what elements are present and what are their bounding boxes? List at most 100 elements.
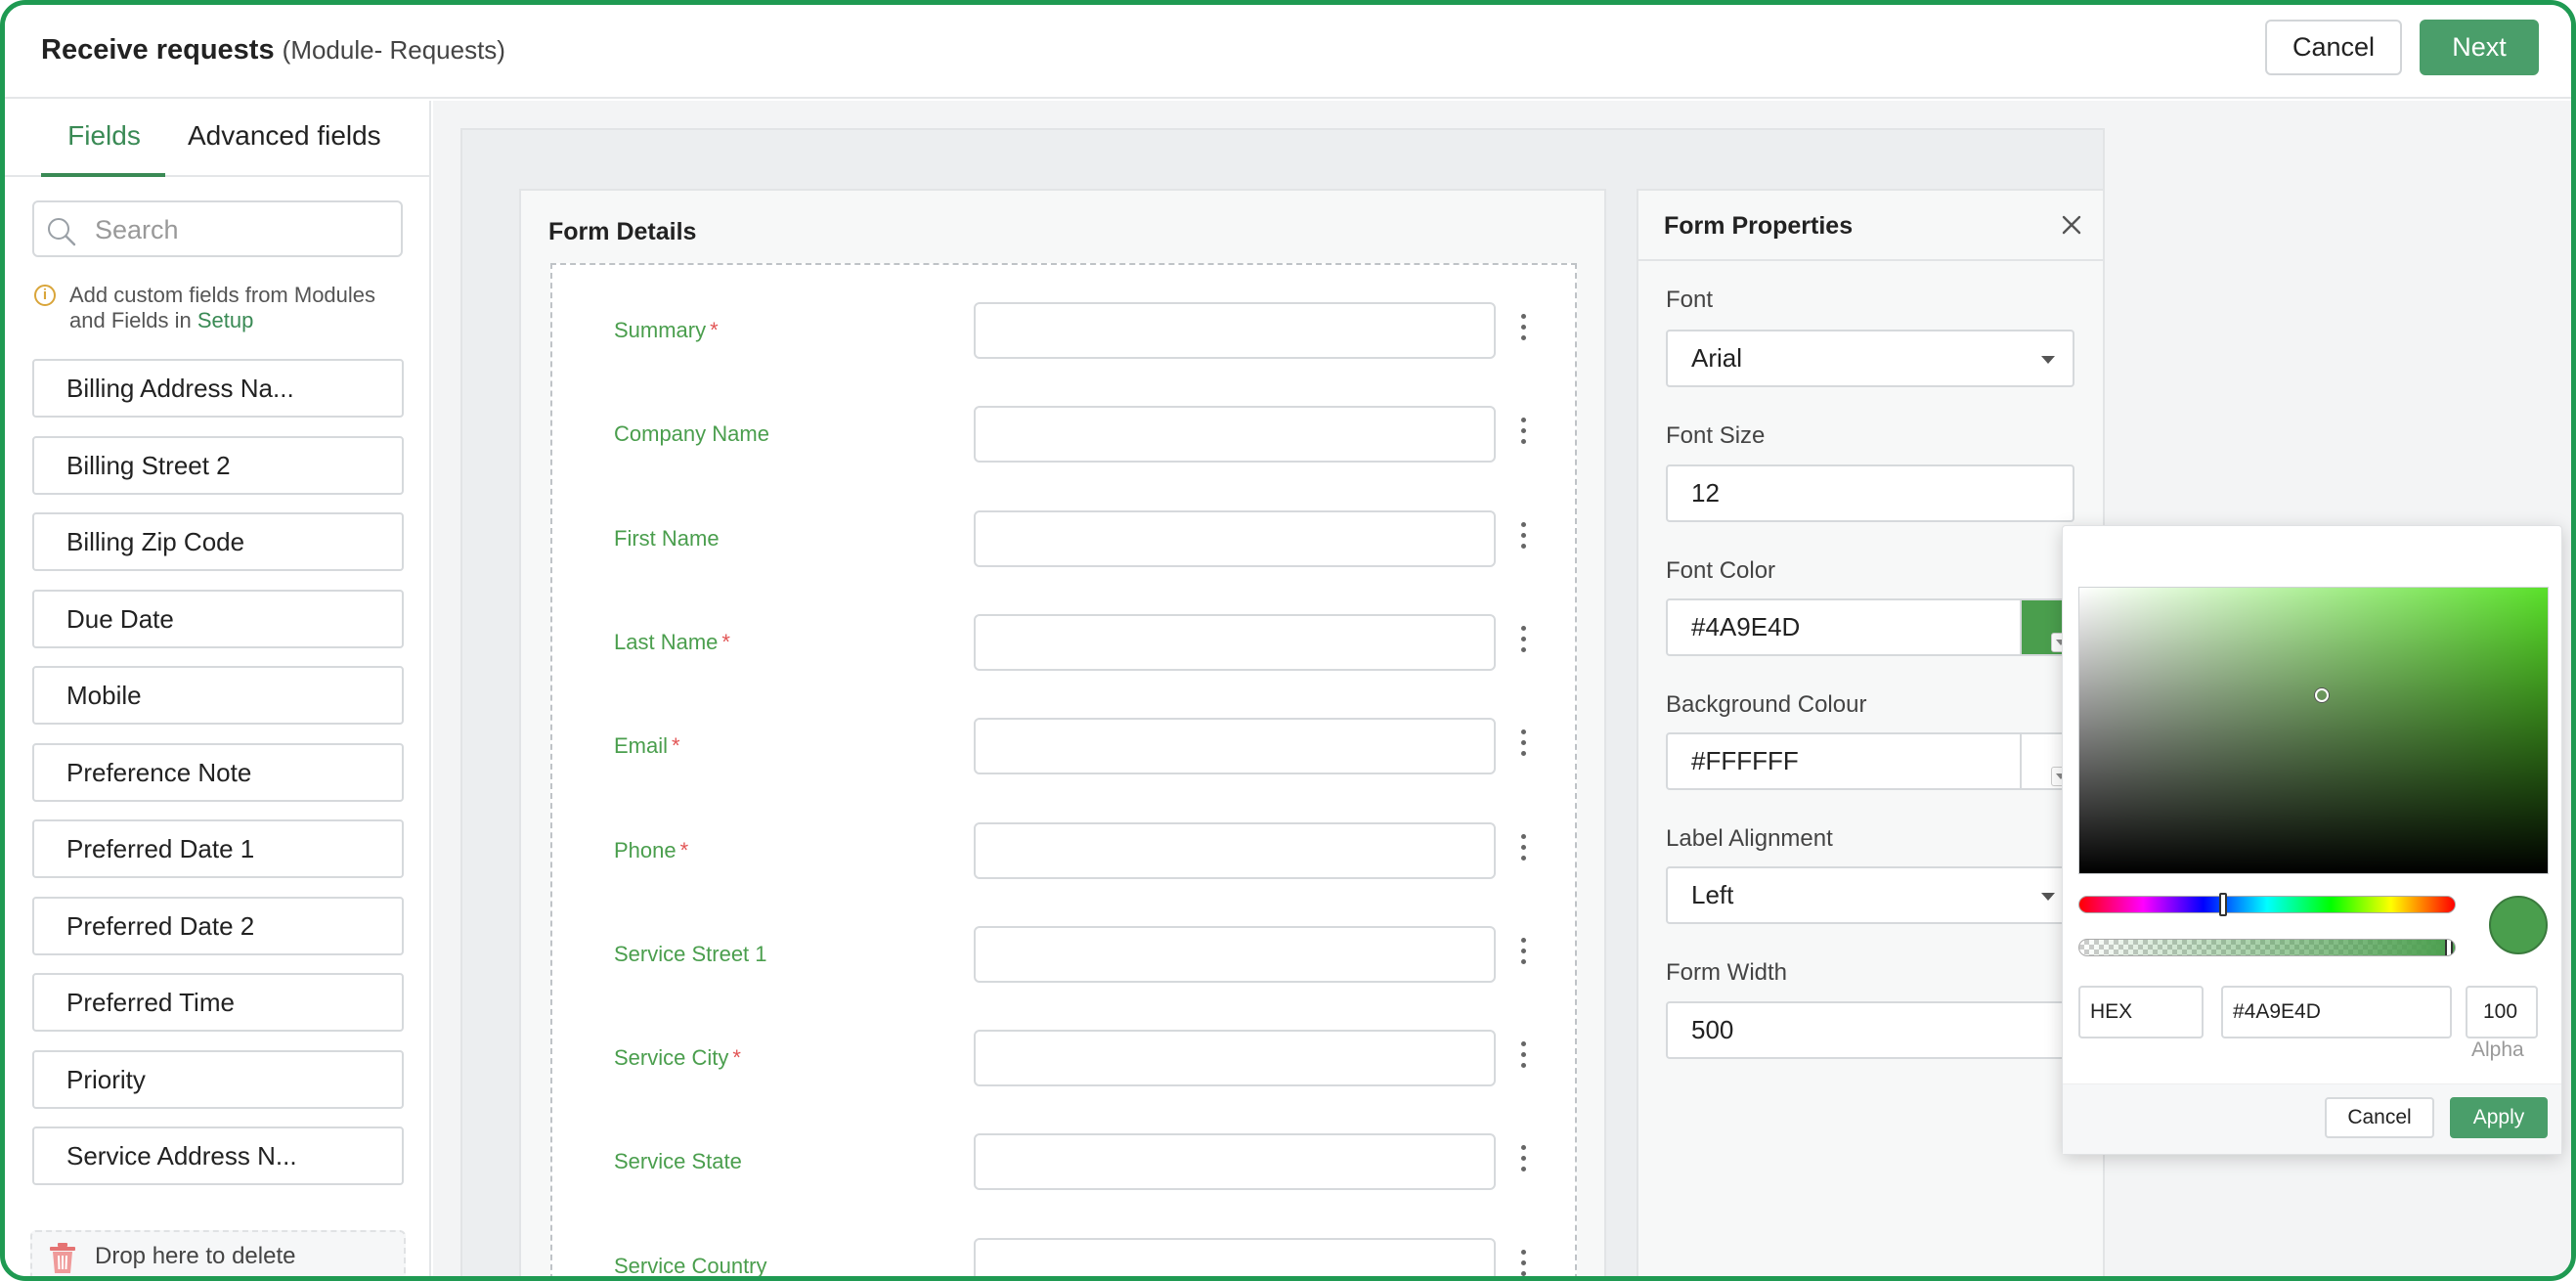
color-mode-select[interactable]: HEX — [2078, 986, 2204, 1038]
picker-cancel-button[interactable]: Cancel — [2325, 1097, 2434, 1138]
tab-advanced-fields[interactable]: Advanced fields — [188, 120, 381, 152]
form-properties-panel: Form Properties Font Arial Font Size 12 … — [1637, 189, 2105, 1276]
more-options-icon[interactable] — [1518, 1041, 1528, 1071]
form-field-input[interactable] — [974, 406, 1496, 464]
form-field-input[interactable] — [974, 509, 1496, 567]
form-row: First Name — [552, 509, 1579, 569]
more-options-icon[interactable] — [1518, 314, 1528, 343]
hue-slider-handle[interactable] — [2218, 893, 2227, 916]
more-options-icon[interactable] — [1518, 937, 1528, 967]
form-properties-title: Form Properties — [1664, 212, 1854, 240]
tab-fields[interactable]: Fields — [41, 120, 165, 177]
field-item[interactable]: Priority — [32, 1049, 404, 1109]
form-row: Email * — [552, 718, 1579, 776]
form-row: Service Country — [552, 1237, 1579, 1276]
form-details-card: Form Details Summary * Company Name First N… — [519, 189, 1606, 1276]
form-field-input[interactable] — [974, 821, 1496, 879]
field-item[interactable]: Preferred Date 1 — [32, 819, 404, 878]
more-options-icon[interactable] — [1518, 418, 1528, 447]
more-options-icon[interactable] — [1518, 729, 1528, 759]
hue-slider[interactable] — [2078, 893, 2456, 916]
form-canvas: Form Details Summary * Company Name First N… — [460, 128, 2105, 1276]
form-field-input[interactable] — [974, 302, 1496, 359]
form-field-input[interactable] — [974, 1237, 1496, 1276]
background-colour-input[interactable]: #FFFFFF — [1666, 732, 2074, 790]
form-width-input[interactable]: 500 — [1666, 1001, 2074, 1059]
field-item[interactable]: Mobile — [32, 666, 404, 725]
label-alignment-select[interactable]: Left — [1666, 866, 2074, 924]
more-options-icon[interactable] — [1518, 833, 1528, 863]
field-item[interactable]: Due Date — [32, 589, 404, 648]
sidebar-tabs: Fields Advanced fields — [5, 101, 431, 177]
form-width-value: 500 — [1691, 1015, 1734, 1044]
form-drop-area: Summary * Company Name First Name Last Name *… — [550, 263, 1579, 1276]
form-field-label: Company Name — [614, 421, 769, 447]
required-mark: * — [732, 1045, 741, 1071]
form-field-label: Service Country — [614, 1254, 767, 1276]
font-color-input[interactable]: #4A9E4D — [1666, 598, 2074, 656]
cancel-button[interactable]: Cancel — [2265, 20, 2402, 75]
required-mark: * — [672, 733, 680, 759]
alpha-input[interactable]: 100 — [2466, 986, 2538, 1038]
font-color-value: #4A9E4D — [1691, 612, 1801, 641]
form-field-label: Summary * — [614, 318, 719, 343]
required-mark: * — [710, 318, 719, 342]
alpha-value: 100 — [2483, 1000, 2518, 1023]
font-size-label: Font Size — [1666, 422, 1766, 449]
form-properties-header: Form Properties — [1638, 191, 2103, 261]
form-field-input[interactable] — [974, 1133, 1496, 1191]
delete-dropzone[interactable]: Drop here to delete — [30, 1230, 406, 1276]
more-options-icon[interactable] — [1518, 1145, 1528, 1174]
form-field-label-text: Company Name — [614, 421, 769, 447]
font-size-input[interactable]: 12 — [1666, 464, 2074, 522]
page-subtitle: (Module- Requests) — [282, 35, 505, 65]
font-value: Arial — [1691, 343, 1743, 373]
field-item[interactable]: Preference Note — [32, 742, 404, 802]
more-options-icon[interactable] — [1518, 625, 1528, 655]
hex-input[interactable]: #4A9E4D — [2221, 986, 2452, 1038]
form-field-input[interactable] — [974, 718, 1496, 775]
form-field-label: Email * — [614, 733, 680, 759]
color-picker-popup: HEX #4A9E4D 100 Alpha Cancel Apply — [2062, 525, 2562, 1155]
form-row: Last Name * — [552, 613, 1579, 673]
form-row: Company Name — [552, 406, 1579, 464]
more-options-icon[interactable] — [1518, 1249, 1528, 1276]
picker-apply-button[interactable]: Apply — [2450, 1097, 2548, 1138]
app-window: Receive requests (Module- Requests) Canc… — [0, 0, 2576, 1281]
form-field-label-text: Service State — [614, 1149, 742, 1174]
form-field-label-text: Service City — [614, 1045, 729, 1071]
field-item[interactable]: Service Address N... — [32, 1126, 404, 1185]
saturation-value-area[interactable] — [2078, 587, 2549, 874]
info-text: Add custom fields from Modules and Field… — [69, 283, 402, 333]
form-field-input[interactable] — [974, 1030, 1496, 1087]
field-item[interactable]: Billing Zip Code — [32, 512, 404, 571]
field-item[interactable]: Preferred Date 2 — [32, 896, 404, 955]
field-item[interactable]: Billing Street 2 — [32, 435, 404, 495]
search-icon — [48, 218, 76, 246]
label-alignment-label: Label Alignment — [1666, 825, 1833, 852]
info-icon: i — [34, 285, 56, 306]
background-colour-value: #FFFFFF — [1691, 746, 1799, 775]
form-field-label: First Name — [614, 526, 720, 552]
search-input[interactable] — [95, 212, 388, 247]
field-item[interactable]: Preferred Time — [32, 973, 404, 1032]
form-row: Summary * — [552, 302, 1579, 361]
more-options-icon[interactable] — [1518, 521, 1528, 552]
color-cursor[interactable] — [2315, 687, 2330, 702]
setup-link[interactable]: Setup — [197, 308, 254, 332]
form-field-input[interactable] — [974, 613, 1496, 671]
page-header: Receive requests (Module- Requests) Canc… — [5, 5, 2571, 99]
form-field-label-text: First Name — [614, 525, 720, 551]
next-button[interactable]: Next — [2420, 20, 2539, 75]
font-select[interactable]: Arial — [1666, 330, 2074, 387]
available-fields-list: Billing Address Na... Billing Street 2 B… — [32, 359, 404, 1204]
form-details-title: Form Details — [548, 218, 697, 245]
close-icon[interactable] — [2059, 212, 2084, 238]
trash-icon — [50, 1243, 75, 1273]
alpha-slider-handle[interactable] — [2445, 940, 2453, 955]
alpha-slider[interactable] — [2078, 939, 2456, 956]
form-field-label-text: Last Name — [614, 629, 719, 654]
field-item[interactable]: Billing Address Na... — [32, 359, 404, 418]
form-field-input[interactable] — [974, 925, 1496, 983]
value-gradient — [2079, 588, 2548, 873]
